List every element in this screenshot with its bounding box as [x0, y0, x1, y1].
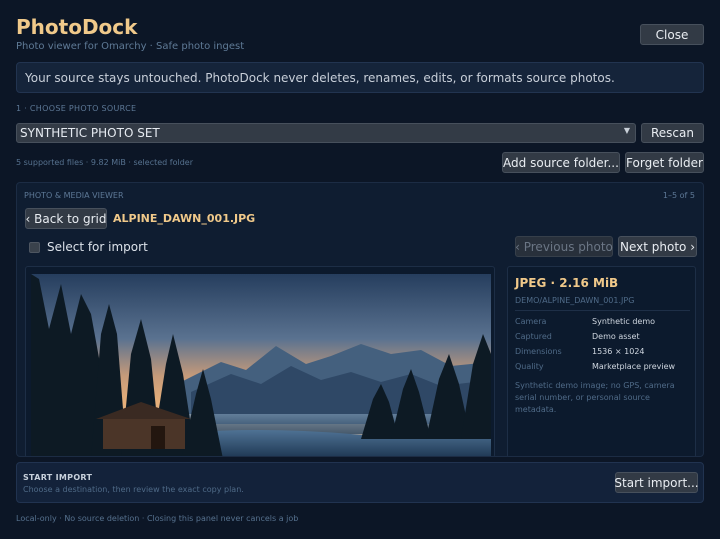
select-for-import-checkbox[interactable] [29, 241, 40, 253]
select-for-import-label: Select for import [47, 240, 148, 254]
app-subtitle: Photo viewer for Omarchy · Safe photo in… [16, 41, 245, 52]
photo-info-card: JPEG · 2.16 MiB DEMO/ALPINE_DAWN_001.JPG… [507, 266, 696, 456]
app-title: PhotoDock [16, 15, 138, 39]
info-row-captured: Captured Demo asset [515, 332, 640, 341]
photo-preview-frame [25, 266, 495, 457]
viewer-section-label: PHOTO & MEDIA VIEWER [24, 191, 124, 200]
safety-notice: Your source stays untouched. PhotoDock n… [16, 62, 704, 93]
forget-folder-button[interactable]: Forget folder [625, 152, 704, 173]
source-section-label: 1 · CHOOSE PHOTO SOURCE [16, 104, 137, 113]
info-row-dimensions: Dimensions 1536 × 1024 [515, 347, 645, 356]
info-row-quality: Quality Marketplace preview [515, 362, 675, 371]
info-key: Camera [515, 317, 547, 326]
viewer-count: 1–5 of 5 [662, 191, 695, 200]
photo-source-select[interactable]: SYNTHETIC PHOTO SET ▼ [16, 123, 636, 143]
next-photo-button[interactable]: Next photo › [618, 236, 697, 257]
import-subtitle: Choose a destination, then review the ex… [23, 485, 244, 494]
info-key: Dimensions [515, 347, 562, 356]
file-path: DEMO/ALPINE_DAWN_001.JPG [515, 296, 635, 305]
start-import-button[interactable]: Start import... [614, 472, 699, 493]
rescan-button[interactable]: Rescan [641, 123, 704, 143]
photo-viewer-panel: PHOTO & MEDIA VIEWER 1–5 of 5 ‹ Back to … [16, 182, 704, 457]
close-button[interactable]: Close [640, 24, 704, 45]
info-value: 1536 × 1024 [592, 347, 645, 356]
info-value: Synthetic demo [592, 317, 655, 326]
file-type-size: JPEG · 2.16 MiB [515, 276, 619, 290]
info-row-camera: Camera Synthetic demo [515, 317, 655, 326]
file-name-title: ALPINE_DAWN_001.JPG [113, 212, 256, 225]
info-key: Quality [515, 362, 544, 371]
footer-status: Local-only · No source deletion · Closin… [16, 514, 299, 523]
chevron-down-icon: ▼ [623, 126, 630, 135]
start-import-panel: START IMPORT Choose a destination, then … [16, 462, 704, 503]
select-for-import-row[interactable]: Select for import [29, 240, 148, 254]
import-title: START IMPORT [23, 473, 93, 482]
info-key: Captured [515, 332, 552, 341]
info-value: Marketplace preview [592, 362, 676, 371]
info-divider [515, 310, 690, 311]
source-summary: 5 supported files · 9.82 MiB · selected … [16, 158, 194, 167]
info-value: Demo asset [592, 332, 640, 341]
back-to-grid-button[interactable]: ‹ Back to grid [25, 208, 107, 229]
photo-source-value: SYNTHETIC PHOTO SET [20, 126, 160, 140]
metadata-note: Synthetic demo image; no GPS, camera ser… [515, 381, 675, 414]
previous-photo-button[interactable]: ‹ Previous photo [515, 236, 613, 257]
add-source-folder-button[interactable]: Add source folder... [502, 152, 620, 173]
photo-preview-image[interactable] [31, 274, 491, 457]
